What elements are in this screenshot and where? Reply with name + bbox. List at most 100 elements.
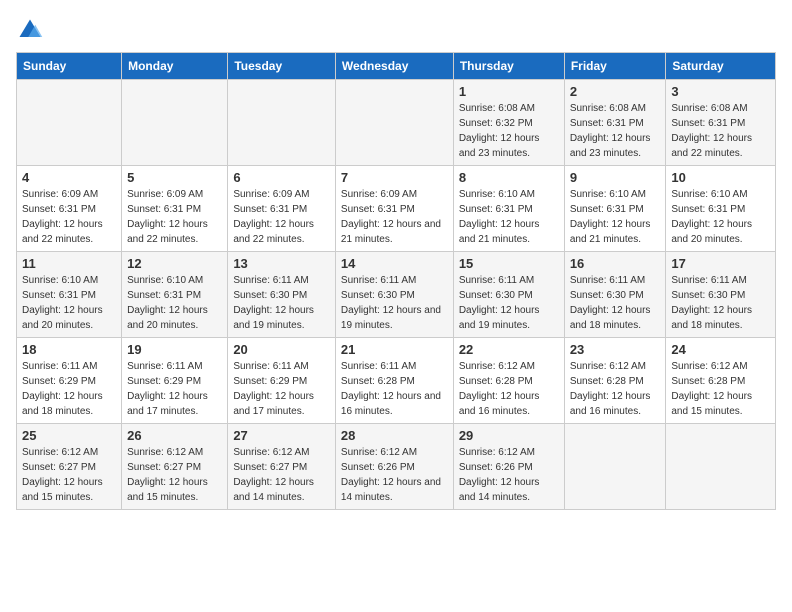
day-number: 24 — [671, 342, 770, 357]
day-info: Sunrise: 6:11 AM Sunset: 6:30 PM Dayligh… — [459, 273, 559, 333]
day-info: Sunrise: 6:09 AM Sunset: 6:31 PM Dayligh… — [22, 187, 116, 247]
calendar-cell: 17 Sunrise: 6:11 AM Sunset: 6:30 PM Dayli… — [666, 252, 776, 338]
calendar-cell: 3 Sunrise: 6:08 AM Sunset: 6:31 PM Daylig… — [666, 80, 776, 166]
day-number: 18 — [22, 342, 116, 357]
week-row-2: 4 Sunrise: 6:09 AM Sunset: 6:31 PM Daylig… — [17, 166, 776, 252]
calendar-cell: 23 Sunrise: 6:12 AM Sunset: 6:28 PM Dayli… — [564, 338, 666, 424]
day-info: Sunrise: 6:12 AM Sunset: 6:28 PM Dayligh… — [459, 359, 559, 419]
day-info: Sunrise: 6:10 AM Sunset: 6:31 PM Dayligh… — [459, 187, 559, 247]
day-number: 27 — [233, 428, 330, 443]
day-info: Sunrise: 6:11 AM Sunset: 6:28 PM Dayligh… — [341, 359, 448, 419]
day-number: 1 — [459, 84, 559, 99]
week-row-3: 11Sunrise: 6:10 AM Sunset: 6:31 PM Dayli… — [17, 252, 776, 338]
day-info: Sunrise: 6:11 AM Sunset: 6:30 PM Dayligh… — [671, 273, 770, 333]
calendar-cell: 18 Sunrise: 6:11 AM Sunset: 6:29 PM Dayli… — [17, 338, 122, 424]
header-day-friday: Friday — [564, 53, 666, 80]
day-number: 5 — [127, 170, 222, 185]
calendar-cell: 16Sunrise: 6:11 AM Sunset: 6:30 PM Dayli… — [564, 252, 666, 338]
day-info: Sunrise: 6:11 AM Sunset: 6:29 PM Dayligh… — [22, 359, 116, 419]
day-info: Sunrise: 6:12 AM Sunset: 6:26 PM Dayligh… — [341, 445, 448, 505]
day-number: 22 — [459, 342, 559, 357]
header-day-sunday: Sunday — [17, 53, 122, 80]
day-info: Sunrise: 6:08 AM Sunset: 6:31 PM Dayligh… — [570, 101, 661, 161]
day-number: 3 — [671, 84, 770, 99]
day-number: 23 — [570, 342, 661, 357]
day-info: Sunrise: 6:12 AM Sunset: 6:26 PM Dayligh… — [459, 445, 559, 505]
calendar-cell — [335, 80, 453, 166]
calendar-cell: 4 Sunrise: 6:09 AM Sunset: 6:31 PM Daylig… — [17, 166, 122, 252]
calendar-cell: 11Sunrise: 6:10 AM Sunset: 6:31 PM Dayli… — [17, 252, 122, 338]
calendar-cell: 8 Sunrise: 6:10 AM Sunset: 6:31 PM Daylig… — [453, 166, 564, 252]
calendar-cell: 22 Sunrise: 6:12 AM Sunset: 6:28 PM Dayli… — [453, 338, 564, 424]
calendar-cell: 5 Sunrise: 6:09 AM Sunset: 6:31 PM Daylig… — [122, 166, 228, 252]
day-number: 20 — [233, 342, 330, 357]
calendar-cell: 1 Sunrise: 6:08 AM Sunset: 6:32 PM Daylig… — [453, 80, 564, 166]
day-number: 17 — [671, 256, 770, 271]
day-number: 28 — [341, 428, 448, 443]
day-info: Sunrise: 6:10 AM Sunset: 6:31 PM Dayligh… — [22, 273, 116, 333]
header-day-wednesday: Wednesday — [335, 53, 453, 80]
calendar-cell: 20 Sunrise: 6:11 AM Sunset: 6:29 PM Dayli… — [228, 338, 336, 424]
day-info: Sunrise: 6:10 AM Sunset: 6:31 PM Dayligh… — [671, 187, 770, 247]
day-number: 25 — [22, 428, 116, 443]
day-number: 6 — [233, 170, 330, 185]
day-info: Sunrise: 6:09 AM Sunset: 6:31 PM Dayligh… — [127, 187, 222, 247]
day-number: 16 — [570, 256, 661, 271]
page-header — [16, 16, 776, 44]
day-number: 12 — [127, 256, 222, 271]
logo — [16, 16, 48, 44]
header-row: SundayMondayTuesdayWednesdayThursdayFrid… — [17, 53, 776, 80]
calendar-cell — [564, 424, 666, 510]
day-info: Sunrise: 6:08 AM Sunset: 6:32 PM Dayligh… — [459, 101, 559, 161]
calendar-cell: 13 Sunrise: 6:11 AM Sunset: 6:30 PM Dayli… — [228, 252, 336, 338]
header-day-monday: Monday — [122, 53, 228, 80]
day-info: Sunrise: 6:11 AM Sunset: 6:29 PM Dayligh… — [127, 359, 222, 419]
calendar-cell: 12 Sunrise: 6:10 AM Sunset: 6:31 PM Dayli… — [122, 252, 228, 338]
calendar-table: SundayMondayTuesdayWednesdayThursdayFrid… — [16, 52, 776, 510]
day-number: 26 — [127, 428, 222, 443]
calendar-cell — [666, 424, 776, 510]
header-day-tuesday: Tuesday — [228, 53, 336, 80]
day-number: 4 — [22, 170, 116, 185]
header-day-thursday: Thursday — [453, 53, 564, 80]
calendar-cell — [17, 80, 122, 166]
week-row-5: 25 Sunrise: 6:12 AM Sunset: 6:27 PM Dayli… — [17, 424, 776, 510]
calendar-cell: 26Sunrise: 6:12 AM Sunset: 6:27 PM Dayli… — [122, 424, 228, 510]
calendar-cell: 27 Sunrise: 6:12 AM Sunset: 6:27 PM Dayli… — [228, 424, 336, 510]
day-info: Sunrise: 6:09 AM Sunset: 6:31 PM Dayligh… — [233, 187, 330, 247]
calendar-cell: 10 Sunrise: 6:10 AM Sunset: 6:31 PM Dayli… — [666, 166, 776, 252]
calendar-cell: 29 Sunrise: 6:12 AM Sunset: 6:26 PM Dayli… — [453, 424, 564, 510]
day-number: 15 — [459, 256, 559, 271]
calendar-body: 1 Sunrise: 6:08 AM Sunset: 6:32 PM Daylig… — [17, 80, 776, 510]
week-row-4: 18 Sunrise: 6:11 AM Sunset: 6:29 PM Dayli… — [17, 338, 776, 424]
calendar-header: SundayMondayTuesdayWednesdayThursdayFrid… — [17, 53, 776, 80]
calendar-cell — [122, 80, 228, 166]
week-row-1: 1 Sunrise: 6:08 AM Sunset: 6:32 PM Daylig… — [17, 80, 776, 166]
day-number: 9 — [570, 170, 661, 185]
day-info: Sunrise: 6:11 AM Sunset: 6:30 PM Dayligh… — [341, 273, 448, 333]
day-info: Sunrise: 6:10 AM Sunset: 6:31 PM Dayligh… — [127, 273, 222, 333]
day-info: Sunrise: 6:08 AM Sunset: 6:31 PM Dayligh… — [671, 101, 770, 161]
day-info: Sunrise: 6:12 AM Sunset: 6:28 PM Dayligh… — [570, 359, 661, 419]
day-number: 13 — [233, 256, 330, 271]
calendar-cell: 25Sunrise: 6:12 AM Sunset: 6:27 PM Dayli… — [17, 424, 122, 510]
day-info: Sunrise: 6:11 AM Sunset: 6:30 PM Dayligh… — [233, 273, 330, 333]
day-number: 8 — [459, 170, 559, 185]
header-day-saturday: Saturday — [666, 53, 776, 80]
day-number: 10 — [671, 170, 770, 185]
day-info: Sunrise: 6:11 AM Sunset: 6:29 PM Dayligh… — [233, 359, 330, 419]
day-number: 21 — [341, 342, 448, 357]
day-info: Sunrise: 6:12 AM Sunset: 6:27 PM Dayligh… — [233, 445, 330, 505]
day-info: Sunrise: 6:10 AM Sunset: 6:31 PM Dayligh… — [570, 187, 661, 247]
day-number: 29 — [459, 428, 559, 443]
calendar-cell: 7Sunrise: 6:09 AM Sunset: 6:31 PM Daylig… — [335, 166, 453, 252]
calendar-cell: 28 Sunrise: 6:12 AM Sunset: 6:26 PM Dayli… — [335, 424, 453, 510]
day-number: 14 — [341, 256, 448, 271]
calendar-cell: 21 Sunrise: 6:11 AM Sunset: 6:28 PM Dayli… — [335, 338, 453, 424]
calendar-cell: 19Sunrise: 6:11 AM Sunset: 6:29 PM Dayli… — [122, 338, 228, 424]
calendar-cell: 14 Sunrise: 6:11 AM Sunset: 6:30 PM Dayli… — [335, 252, 453, 338]
calendar-cell: 2 Sunrise: 6:08 AM Sunset: 6:31 PM Daylig… — [564, 80, 666, 166]
day-info: Sunrise: 6:12 AM Sunset: 6:28 PM Dayligh… — [671, 359, 770, 419]
calendar-cell: 6 Sunrise: 6:09 AM Sunset: 6:31 PM Daylig… — [228, 166, 336, 252]
day-number: 2 — [570, 84, 661, 99]
